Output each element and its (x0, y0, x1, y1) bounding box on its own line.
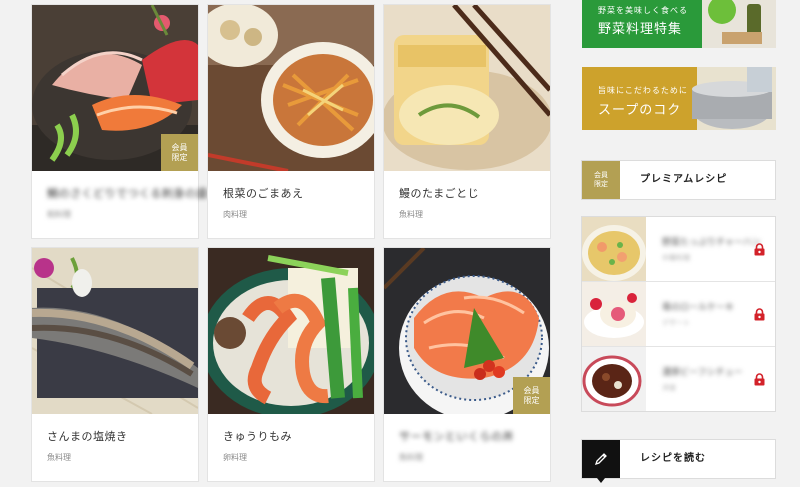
recipe-card[interactable]: きゅうりもみ 卵料理 (208, 248, 374, 481)
premium-recipe-header: 会員 限定 プレミアムレシピ (582, 161, 775, 199)
recipe-grid: 会員 限定 鯛のさくどりでつくる刺身の盛合 和料理 根菜のごまあえ 肉料理 鰻の… (0, 0, 570, 487)
premium-recipe-title[interactable]: 野菜たっぷりチャーハン (662, 235, 761, 248)
lock-icon (754, 308, 765, 321)
banner-title: スープのコク (598, 103, 682, 118)
section-title: プレミアムレシピ (640, 174, 728, 185)
recipe-card[interactable]: 会員 限定 鯛のさくどりでつくる刺身の盛合 和料理 (32, 5, 219, 238)
lock-icon (754, 373, 765, 386)
recipe-title[interactable]: 根菜のごまあえ (223, 185, 374, 201)
recipe-category: 肉料理 (223, 210, 247, 219)
recipe-category: 魚料理 (47, 453, 71, 462)
recipe-image[interactable] (208, 248, 374, 414)
recipe-category: 魚料理 (399, 210, 423, 219)
lock-icon (754, 243, 765, 256)
premium-recipe-category: デザート (662, 319, 690, 327)
recipe-image[interactable]: 会員 限定 (32, 5, 198, 171)
banner-vegetable-feature[interactable]: 野菜を美味しく食べる 野菜料理特集 (582, 0, 776, 48)
recipe-thumbnail[interactable] (582, 347, 646, 411)
read-recipe-header[interactable]: レシピを読む (582, 440, 775, 483)
banner-soup-feature[interactable]: 旨味にこだわるために スープのコク (582, 67, 776, 130)
recipe-card[interactable]: 鰻のたまごとじ 魚料理 (384, 5, 550, 238)
premium-recipe-item[interactable]: 野菜たっぷりチャーハン 中華料理 (582, 217, 775, 282)
recipe-image[interactable] (32, 248, 198, 414)
pencil-icon (582, 440, 620, 478)
recipe-card[interactable]: 根菜のごまあえ 肉料理 (208, 5, 374, 238)
recipe-card[interactable]: さんまの塩焼き 魚料理 (32, 248, 198, 481)
premium-recipe-item[interactable]: 苺のロールケーキ デザート (582, 282, 775, 347)
premium-recipe-item[interactable]: 濃厚ビーフシチュー 洋食 (582, 347, 775, 411)
caret-down-icon (597, 478, 605, 483)
premium-recipe-list: 野菜たっぷりチャーハン 中華料理 苺のロールケーキ デザート 濃厚ビーフシチュー… (582, 217, 775, 411)
recipe-category: 和料理 (47, 210, 71, 219)
recipe-title[interactable]: 鰻のたまごとじ (399, 185, 550, 201)
recipe-image[interactable] (208, 5, 374, 171)
section-title: レシピを読む (640, 453, 706, 464)
recipe-thumbnail[interactable] (582, 217, 646, 281)
recipe-category: 卵料理 (223, 453, 247, 462)
recipe-title[interactable]: 鯛のさくどりでつくる刺身の盛合 (47, 185, 219, 201)
premium-recipe-title[interactable]: 濃厚ビーフシチュー (662, 365, 742, 378)
banner-title: 野菜料理特集 (598, 22, 683, 37)
member-only-badge: 会員 限定 (513, 377, 550, 414)
premium-recipe-category: 中華料理 (662, 254, 690, 262)
recipe-title[interactable]: きゅうりもみ (223, 428, 374, 444)
recipe-thumbnail[interactable] (582, 282, 646, 346)
member-only-badge: 会員 限定 (582, 161, 620, 199)
banner-caption: 野菜を美味しく食べる (598, 6, 688, 15)
recipe-title[interactable]: サーモンといくらの丼 (399, 428, 550, 444)
recipe-category: 魚料理 (399, 453, 423, 462)
recipe-card[interactable]: 会員 限定 サーモンといくらの丼 魚料理 (384, 248, 550, 481)
recipe-image[interactable] (384, 5, 550, 171)
recipe-image[interactable]: 会員 限定 (384, 248, 550, 414)
member-only-badge: 会員 限定 (161, 134, 198, 171)
banner-caption: 旨味にこだわるために (598, 86, 688, 95)
recipe-title[interactable]: さんまの塩焼き (47, 428, 198, 444)
premium-recipe-category: 洋食 (662, 384, 676, 392)
premium-recipe-title[interactable]: 苺のロールケーキ (662, 300, 734, 313)
